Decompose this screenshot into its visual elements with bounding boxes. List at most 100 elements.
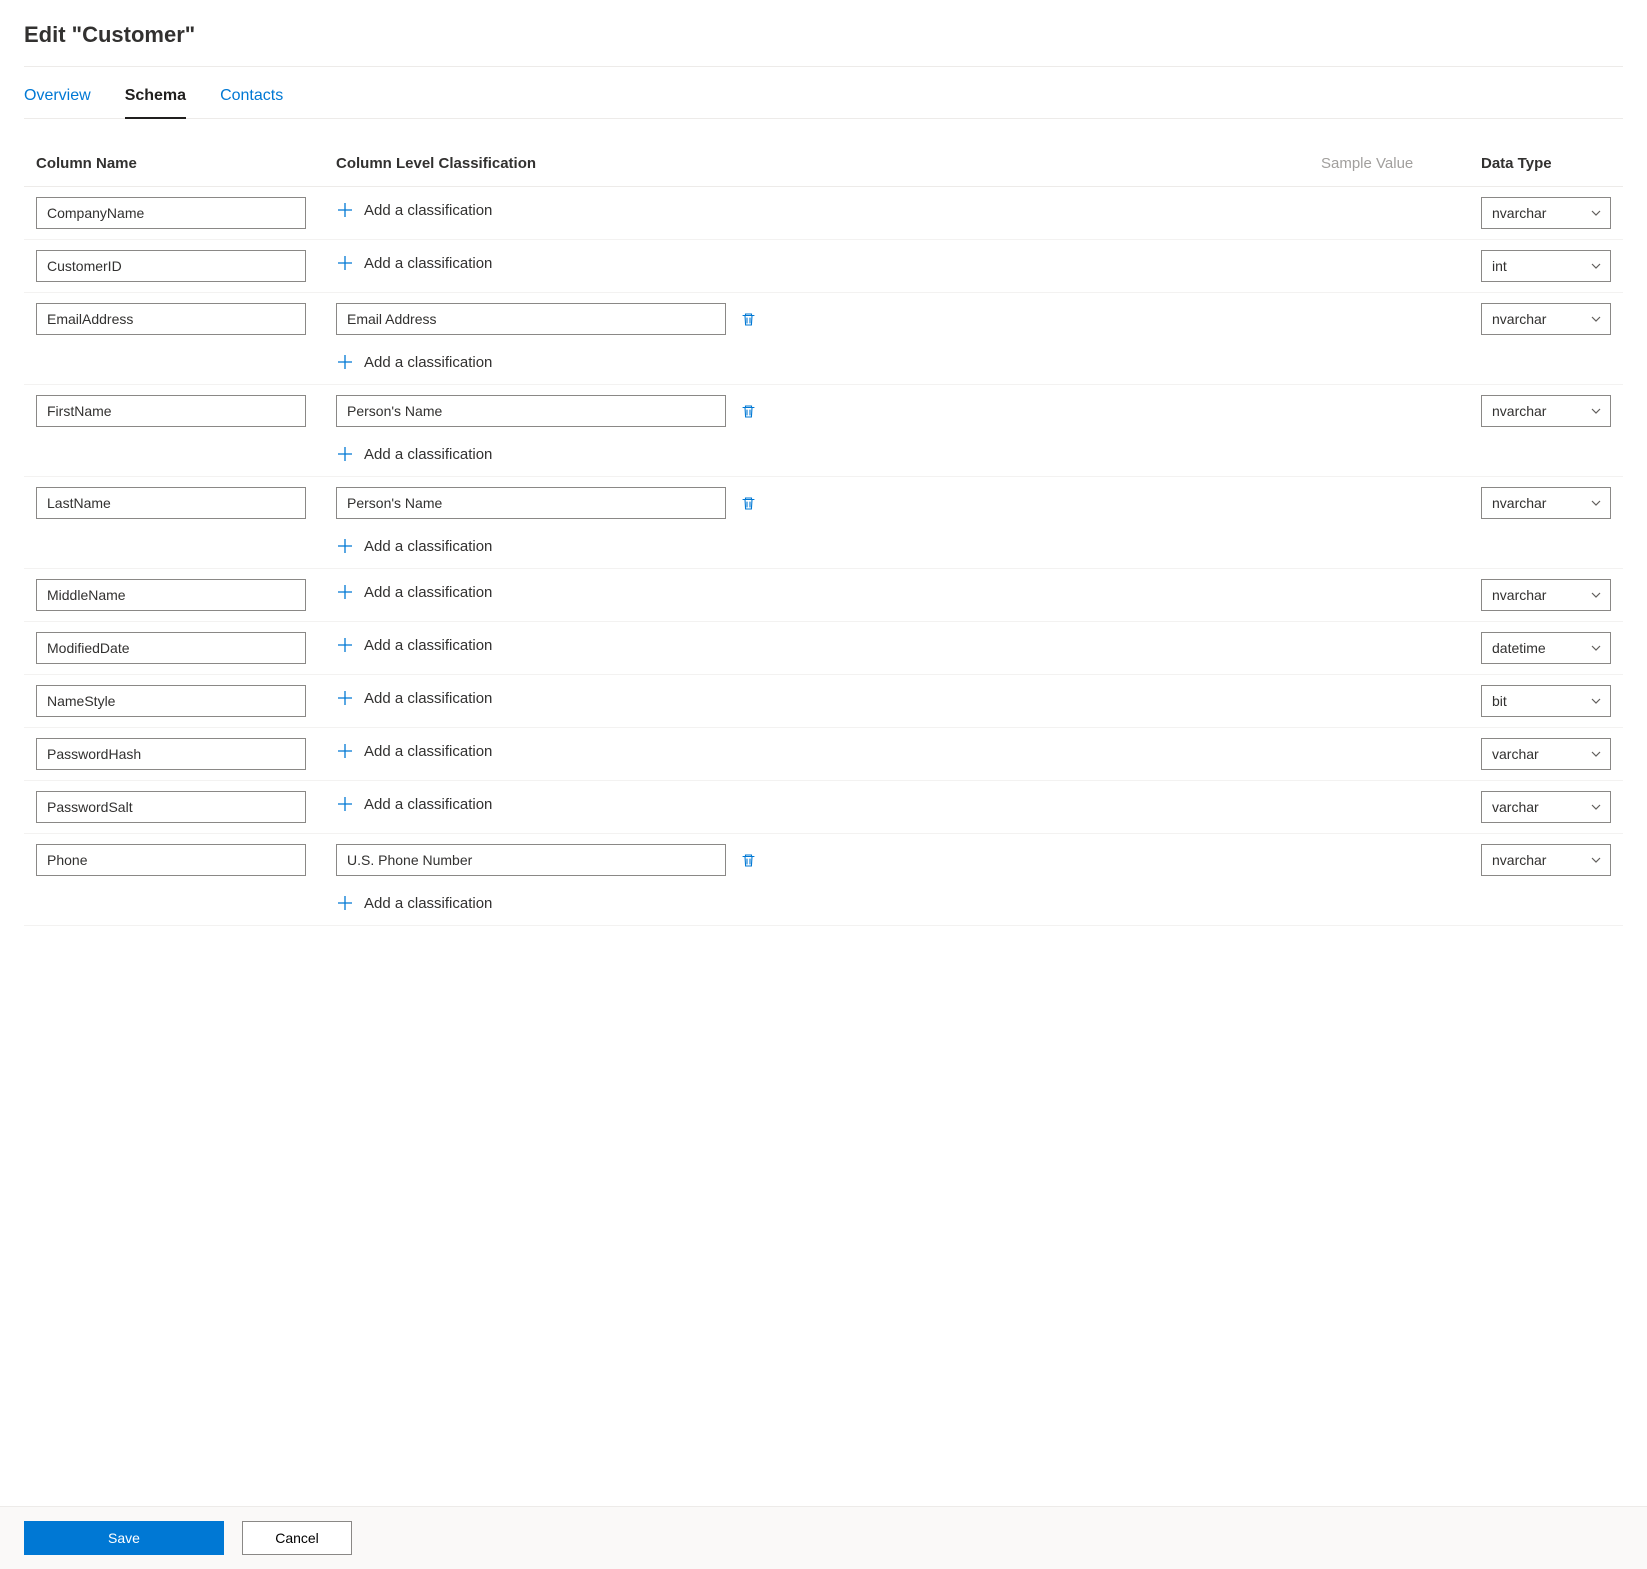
- data-type-select[interactable]: nvarchar: [1481, 395, 1611, 427]
- plus-icon: [336, 201, 354, 219]
- trash-icon[interactable]: [738, 401, 759, 422]
- chevron-down-icon: [1590, 589, 1602, 601]
- table-row: Add a classification varchar: [24, 781, 1623, 834]
- add-classification-button[interactable]: Add a classification: [336, 533, 492, 555]
- add-classification-button[interactable]: Add a classification: [336, 791, 492, 813]
- chevron-down-icon: [1590, 695, 1602, 707]
- table-row: Person's Name Add a classification nvarcha…: [24, 385, 1623, 477]
- chevron-down-icon: [1590, 642, 1602, 654]
- sample-value-cell: [1309, 622, 1469, 675]
- sample-value-cell: [1309, 728, 1469, 781]
- table-row: Add a classification datetime: [24, 622, 1623, 675]
- data-type-value: int: [1492, 258, 1507, 274]
- tab-overview[interactable]: Overview: [24, 87, 91, 119]
- data-type-select[interactable]: nvarchar: [1481, 303, 1611, 335]
- add-classification-label: Add a classification: [364, 584, 492, 601]
- add-classification-button[interactable]: Add a classification: [336, 579, 492, 601]
- plus-icon: [336, 689, 354, 707]
- add-classification-label: Add a classification: [364, 895, 492, 912]
- data-type-value: nvarchar: [1492, 403, 1546, 419]
- column-name-input[interactable]: [36, 844, 306, 876]
- footer-bar: Save Cancel: [0, 1506, 1647, 1569]
- chevron-down-icon: [1590, 207, 1602, 219]
- plus-icon: [336, 537, 354, 555]
- column-name-input[interactable]: [36, 685, 306, 717]
- add-classification-label: Add a classification: [364, 538, 492, 555]
- sample-value-cell: [1309, 781, 1469, 834]
- column-name-input[interactable]: [36, 303, 306, 335]
- add-classification-button[interactable]: Add a classification: [336, 890, 492, 912]
- plus-icon: [336, 445, 354, 463]
- column-name-input[interactable]: [36, 579, 306, 611]
- data-type-value: nvarchar: [1492, 311, 1546, 327]
- classification-input[interactable]: U.S. Phone Number: [336, 844, 726, 876]
- data-type-select[interactable]: bit: [1481, 685, 1611, 717]
- column-name-input[interactable]: [36, 738, 306, 770]
- add-classification-button[interactable]: Add a classification: [336, 250, 492, 272]
- tab-schema[interactable]: Schema: [125, 87, 186, 119]
- data-type-select[interactable]: varchar: [1481, 791, 1611, 823]
- data-type-select[interactable]: int: [1481, 250, 1611, 282]
- column-name-input[interactable]: [36, 250, 306, 282]
- plus-icon: [336, 636, 354, 654]
- data-type-value: varchar: [1492, 746, 1539, 762]
- add-classification-button[interactable]: Add a classification: [336, 685, 492, 707]
- classification-input[interactable]: Person's Name: [336, 395, 726, 427]
- add-classification-button[interactable]: Add a classification: [336, 632, 492, 654]
- sample-value-cell: [1309, 240, 1469, 293]
- data-type-select[interactable]: datetime: [1481, 632, 1611, 664]
- sample-value-cell: [1309, 477, 1469, 569]
- table-row: Add a classification nvarchar: [24, 569, 1623, 622]
- sample-value-cell: [1309, 834, 1469, 926]
- plus-icon: [336, 795, 354, 813]
- add-classification-button[interactable]: Add a classification: [336, 738, 492, 760]
- column-name-input[interactable]: [36, 395, 306, 427]
- column-name-input[interactable]: [36, 487, 306, 519]
- column-name-input[interactable]: [36, 791, 306, 823]
- tab-contacts[interactable]: Contacts: [220, 87, 283, 119]
- column-name-input[interactable]: [36, 197, 306, 229]
- plus-icon: [336, 894, 354, 912]
- chevron-down-icon: [1590, 313, 1602, 325]
- data-type-value: datetime: [1492, 640, 1546, 656]
- cancel-button[interactable]: Cancel: [242, 1521, 352, 1555]
- data-type-value: nvarchar: [1492, 205, 1546, 221]
- column-name-input[interactable]: [36, 632, 306, 664]
- tabs: Overview Schema Contacts: [24, 67, 1623, 119]
- page-title: Edit "Customer": [24, 0, 1623, 67]
- add-classification-label: Add a classification: [364, 796, 492, 813]
- table-row: Person's Name Add a classification nvarcha…: [24, 477, 1623, 569]
- chevron-down-icon: [1590, 497, 1602, 509]
- save-button[interactable]: Save: [24, 1521, 224, 1555]
- chevron-down-icon: [1590, 405, 1602, 417]
- data-type-select[interactable]: nvarchar: [1481, 844, 1611, 876]
- header-column-name: Column Name: [24, 145, 324, 187]
- classification-input[interactable]: Email Address: [336, 303, 726, 335]
- sample-value-cell: [1309, 569, 1469, 622]
- data-type-select[interactable]: nvarchar: [1481, 487, 1611, 519]
- add-classification-button[interactable]: Add a classification: [336, 197, 492, 219]
- add-classification-label: Add a classification: [364, 743, 492, 760]
- data-type-value: varchar: [1492, 799, 1539, 815]
- header-classification: Column Level Classification: [324, 145, 1309, 187]
- plus-icon: [336, 742, 354, 760]
- trash-icon[interactable]: [738, 493, 759, 514]
- sample-value-cell: [1309, 187, 1469, 240]
- add-classification-button[interactable]: Add a classification: [336, 349, 492, 371]
- data-type-value: nvarchar: [1492, 495, 1546, 511]
- data-type-select[interactable]: nvarchar: [1481, 197, 1611, 229]
- table-row: Email Address Add a classification nvarcha…: [24, 293, 1623, 385]
- add-classification-button[interactable]: Add a classification: [336, 441, 492, 463]
- classification-input[interactable]: Person's Name: [336, 487, 726, 519]
- trash-icon[interactable]: [738, 309, 759, 330]
- schema-table: Column Name Column Level Classification …: [24, 145, 1623, 926]
- add-classification-label: Add a classification: [364, 202, 492, 219]
- sample-value-cell: [1309, 675, 1469, 728]
- data-type-select[interactable]: varchar: [1481, 738, 1611, 770]
- data-type-select[interactable]: nvarchar: [1481, 579, 1611, 611]
- sample-value-cell: [1309, 293, 1469, 385]
- header-sample-value: Sample Value: [1309, 145, 1469, 187]
- add-classification-label: Add a classification: [364, 446, 492, 463]
- trash-icon[interactable]: [738, 850, 759, 871]
- header-data-type: Data Type: [1469, 145, 1623, 187]
